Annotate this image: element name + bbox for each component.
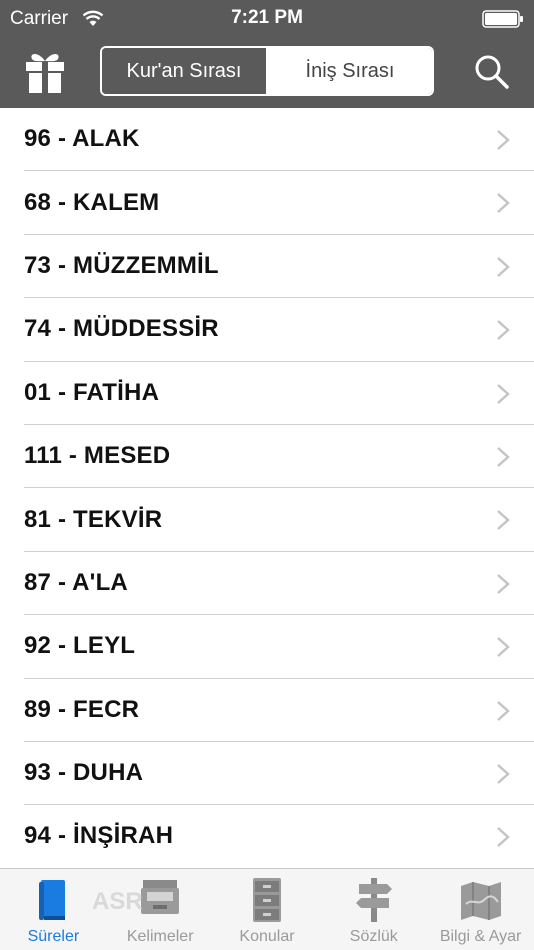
chevron-right-icon <box>497 827 510 848</box>
surah-label: 74 - MÜDDESSİR <box>24 315 219 343</box>
surah-label: 93 - DUHA <box>24 759 144 787</box>
chevron-right-icon <box>497 193 510 214</box>
sort-order-segmented-control: Kur'an Sırası İniş Sırası <box>100 46 434 96</box>
list-item[interactable]: 111 - MESED <box>24 425 534 489</box>
inbox-tray-icon <box>141 880 180 914</box>
list-item[interactable]: 87 - A'LA <box>24 552 534 616</box>
map-icon <box>460 882 501 920</box>
surah-label: 89 - FECR <box>24 695 140 723</box>
navigation-bar: Kur'an Sırası İniş Sırası <box>0 38 534 108</box>
chevron-right-icon <box>497 700 510 721</box>
signpost-icon <box>355 878 392 922</box>
chevron-right-icon <box>497 764 510 784</box>
surah-label: 111 - MESED <box>24 442 171 470</box>
list-item[interactable]: 73 - MÜZZEMMİL <box>24 235 534 299</box>
partial-surah-label: ASR <box>92 888 143 915</box>
chevron-right-icon <box>497 383 510 404</box>
chevron-right-icon <box>497 256 510 277</box>
status-bar: Carrier 7:21 PM <box>0 0 534 38</box>
tab-bilgi-ayar[interactable]: Bilgi & Ayar <box>427 869 534 950</box>
list-item[interactable]: 89 - FECR <box>24 679 534 742</box>
list-item[interactable]: 81 - TEKVİR <box>24 488 534 552</box>
surah-label: 68 - KALEM <box>24 188 160 216</box>
surah-label: 92 - LEYL <box>24 632 136 660</box>
list-item[interactable]: 01 - FATİHA <box>24 362 534 425</box>
list-item[interactable]: 94 - İNŞİRAH <box>24 805 534 869</box>
surah-label: 73 - MÜZZEMMİL <box>24 251 219 279</box>
chevron-right-icon <box>497 510 510 531</box>
surah-label: 01 - FATİHA <box>24 378 160 406</box>
gift-icon[interactable] <box>22 49 68 95</box>
tab-konular[interactable]: Konular <box>214 869 321 950</box>
tab-sozluk[interactable]: Sözlük <box>320 869 427 950</box>
tab-label: Sözlük <box>349 928 398 945</box>
file-cabinet-icon <box>252 878 281 922</box>
chevron-right-icon <box>497 637 510 658</box>
surah-label: 81 - TEKVİR <box>24 505 163 533</box>
chevron-right-icon <box>497 320 510 341</box>
list-item[interactable]: 68 - KALEM <box>24 171 534 235</box>
surah-label: 96 - ALAK <box>24 125 140 153</box>
chevron-right-icon <box>497 573 510 594</box>
tab-label: Konular <box>239 928 295 945</box>
search-icon[interactable] <box>472 52 512 92</box>
partial-list-item: ASR <box>24 888 143 916</box>
list-item[interactable]: 92 - LEYL <box>24 615 534 679</box>
surah-label: 87 - A'LA <box>24 568 128 596</box>
tab-label: Kelimeler <box>126 928 194 945</box>
segment-quran-order[interactable]: Kur'an Sırası <box>102 48 268 94</box>
list-item[interactable]: 74 - MÜDDESSİR <box>24 298 534 362</box>
tab-label: Süreler <box>27 928 80 945</box>
clock: 7:21 PM <box>231 7 303 28</box>
surah-list: 96 - ALAK 68 - KALEM 73 - MÜZZEMMİL 74 -… <box>0 108 534 870</box>
chevron-right-icon <box>497 447 510 467</box>
tab-label: Bilgi & Ayar <box>439 928 522 945</box>
battery-icon <box>482 10 523 28</box>
surah-label: 94 - İNŞİRAH <box>24 822 174 850</box>
segment-revelation-order[interactable]: İniş Sırası <box>268 48 432 94</box>
list-item[interactable]: 96 - ALAK <box>24 108 534 172</box>
list-item[interactable]: 93 - DUHA <box>24 742 534 806</box>
chevron-right-icon <box>497 130 510 150</box>
